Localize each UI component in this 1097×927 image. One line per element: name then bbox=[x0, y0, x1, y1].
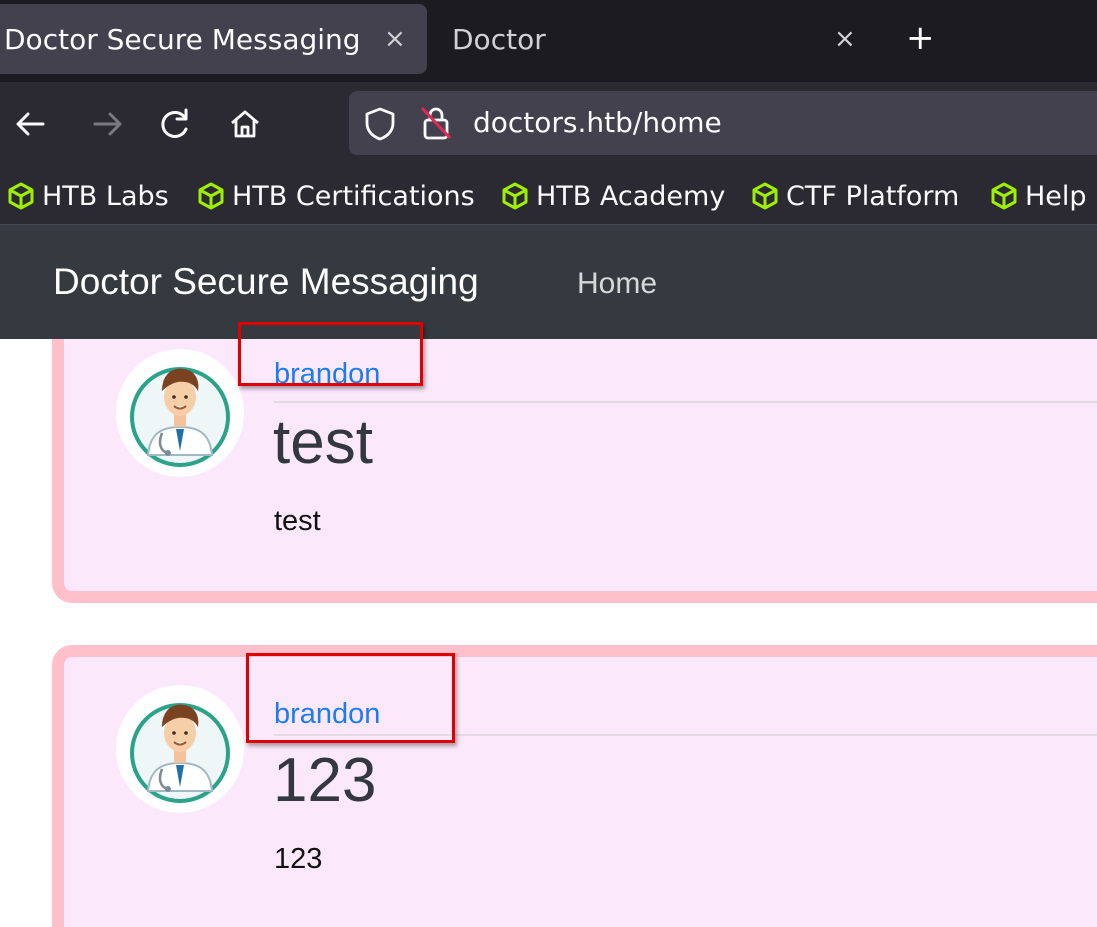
forward-arrow-icon[interactable] bbox=[85, 102, 129, 146]
post-title: 123 bbox=[273, 746, 377, 815]
post-body: 123 bbox=[274, 843, 323, 875]
tab-title: Doctor bbox=[452, 22, 546, 56]
nav-link-home[interactable]: Home bbox=[577, 267, 657, 301]
navigation-toolbar: doctors.htb/home bbox=[0, 82, 1097, 168]
bookmark-htb-academy[interactable]: HTB Academy bbox=[500, 178, 725, 214]
bookmark-ctf-platform[interactable]: CTF Platform bbox=[750, 178, 959, 214]
cube-icon bbox=[198, 182, 224, 210]
divider bbox=[274, 401, 1097, 403]
back-arrow-icon[interactable] bbox=[9, 102, 53, 146]
url-bar[interactable]: doctors.htb/home bbox=[349, 91, 1097, 155]
avatar bbox=[114, 347, 246, 479]
bookmark-htb-labs[interactable]: HTB Labs bbox=[6, 178, 169, 214]
doctor-avatar-icon bbox=[116, 349, 244, 477]
home-icon[interactable] bbox=[223, 102, 267, 146]
post-card: brandon test test bbox=[52, 339, 1097, 603]
post-body: test bbox=[274, 505, 321, 537]
highlight-box bbox=[238, 322, 423, 386]
bookmark-label: HTB Academy bbox=[536, 180, 726, 212]
tab-strip: Doctor Secure Messaging × Doctor × + bbox=[0, 0, 1097, 82]
close-tab-icon[interactable]: × bbox=[834, 24, 856, 54]
bookmark-label: HTB Certifications bbox=[232, 180, 475, 212]
post-card: brandon 123 123 bbox=[52, 645, 1097, 927]
new-tab-button[interactable]: + bbox=[906, 18, 935, 58]
close-tab-icon[interactable]: × bbox=[384, 24, 406, 54]
page-content: brandon test test brandon 123 123 bbox=[0, 339, 1097, 927]
tab-title: Doctor Secure Messaging bbox=[4, 22, 361, 56]
cube-icon bbox=[502, 182, 528, 210]
post-title: test bbox=[273, 408, 373, 477]
site-navbar: Doctor Secure Messaging Home bbox=[0, 224, 1097, 339]
avatar bbox=[114, 683, 246, 815]
highlight-box bbox=[246, 653, 455, 743]
bookmark-htb-certifications[interactable]: HTB Certifications bbox=[196, 178, 475, 214]
url-text[interactable]: doctors.htb/home bbox=[473, 106, 722, 139]
shield-icon[interactable] bbox=[364, 107, 396, 145]
doctor-avatar-icon bbox=[116, 685, 244, 813]
bookmarks-toolbar: HTB Labs HTB Certifications HTB Academy … bbox=[0, 168, 1097, 224]
insecure-lock-icon[interactable] bbox=[419, 104, 453, 146]
tab-doctor-secure-messaging[interactable]: Doctor Secure Messaging × bbox=[0, 4, 427, 74]
cube-icon bbox=[8, 182, 34, 210]
bookmark-help[interactable]: Help bbox=[989, 178, 1087, 214]
cube-icon bbox=[752, 182, 778, 210]
tab-doctor[interactable]: Doctor × bbox=[432, 4, 877, 74]
bookmark-label: CTF Platform bbox=[786, 180, 960, 212]
cube-icon bbox=[991, 182, 1017, 210]
bookmark-label: HTB Labs bbox=[42, 180, 169, 212]
bookmark-label: Help bbox=[1025, 180, 1087, 212]
site-brand[interactable]: Doctor Secure Messaging bbox=[53, 261, 479, 303]
reload-icon[interactable] bbox=[153, 102, 197, 146]
